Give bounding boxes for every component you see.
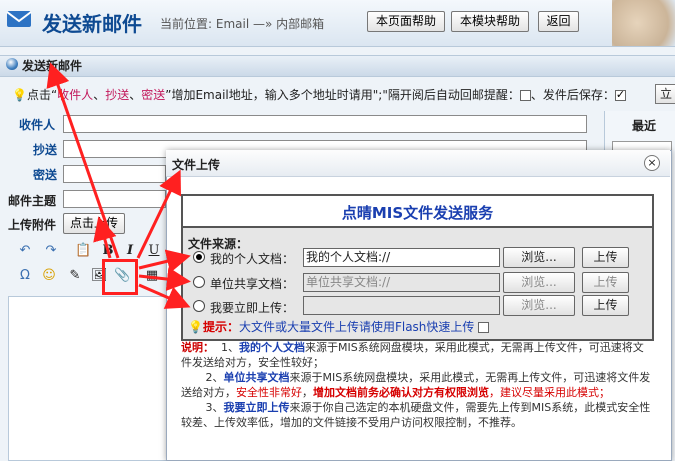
flash-upload-checkbox[interactable] [478, 322, 490, 333]
notice-sep: 、 [93, 88, 106, 102]
path-upload-now[interactable] [303, 296, 500, 315]
editor-body[interactable] [8, 296, 170, 461]
attach-label: 上传附件 [8, 218, 57, 232]
notice-link-cc[interactable]: 抄送 [105, 88, 129, 102]
tip-row: 💡提示：大文件或大量文件上传请使用Flash快速上传 [188, 318, 490, 335]
note-3-title: 我要立即上传 [223, 401, 290, 414]
handshake-image [612, 0, 675, 46]
recent-title: 最近 [632, 119, 657, 133]
lightbulb-icon: 💡 [12, 88, 27, 102]
notice-link-bcc[interactable]: 密送 [141, 88, 165, 102]
browse-upload-now-button[interactable]: 浏览... [503, 295, 575, 316]
undo-icon[interactable]: ↶ [17, 243, 33, 259]
notice-suffix: ”增加Email地址，输入多个地址时请用";"隔开 [165, 88, 412, 102]
upload-shared-button[interactable]: 上传 [582, 272, 629, 293]
bcc-input[interactable] [63, 165, 166, 183]
panel-title-bar [0, 55, 675, 77]
table-icon[interactable]: ▦ [144, 268, 160, 284]
row-label-upload-now: 我要立即上传： [210, 301, 295, 315]
notice-link-to[interactable]: 收件人 [57, 88, 93, 102]
note-2-title: 单位共享文档 [223, 371, 290, 384]
subject-label: 邮件主题 [8, 194, 57, 208]
page-help-button[interactable]: 本页面帮助 [367, 11, 445, 32]
note-1-title: 我的个人文档 [239, 341, 305, 354]
notes-section: 说明： 1、我的个人文档来源于MIS系统网盘模块，采用此模式，无需再上传文件，可… [181, 340, 651, 430]
path-shared[interactable]: 单位共享文档:// [303, 273, 500, 292]
redo-icon[interactable]: ↷ [43, 243, 59, 259]
paste-icon[interactable]: 📋 [75, 243, 91, 259]
module-help-button[interactable]: 本模块帮助 [451, 11, 529, 32]
note-2-sep: ， [302, 386, 313, 399]
save-after-send-label: 、发件后保存： [530, 88, 615, 102]
note-3-prefix: 3、 [205, 401, 224, 414]
dialog-header [166, 150, 670, 177]
row-label-shared: 单位共享文档： [210, 277, 295, 291]
close-icon[interactable]: × [644, 155, 660, 171]
attach-upload-button[interactable]: 点击上传 [63, 213, 125, 234]
lightbulb-icon: 💡 [188, 320, 203, 334]
radio-personal-docs[interactable] [193, 251, 205, 263]
attachment-highlight [102, 259, 138, 295]
note-1-prefix: 1、 [221, 341, 239, 354]
back-button[interactable]: 返回 [538, 11, 579, 32]
note-2-emphasis-2: 增加文档前务必确认对方有权限浏览 [313, 386, 489, 399]
read-receipt-checkbox[interactable] [519, 90, 531, 101]
notice-row: 💡点击“收件人、抄送、密送”增加Email地址，输入多个地址时请用";"隔开阅后… [12, 86, 626, 103]
underline-icon[interactable]: U [146, 243, 162, 259]
save-after-send-checkbox[interactable] [614, 88, 626, 101]
upload-now-button[interactable]: 上传 [582, 295, 629, 316]
notice-sep: 、 [129, 88, 142, 102]
italic-icon[interactable]: I [122, 243, 138, 259]
read-receipt-label: 阅后自动回邮提醒： [411, 88, 520, 102]
service-title: 点晴MIS文件发送服务 [341, 204, 494, 222]
tip-text: 大文件或大量文件上传请使用Flash快速上传 [238, 320, 475, 334]
upload-personal-button[interactable]: 上传 [582, 247, 629, 268]
notice-prefix: 点击“ [26, 88, 58, 102]
cc-label[interactable]: 抄送 [33, 141, 57, 158]
app-title: 发送新邮件 [42, 12, 142, 36]
tip-label: 提示： [202, 320, 239, 334]
bcc-label[interactable]: 密送 [33, 166, 57, 183]
to-label[interactable]: 收件人 [19, 116, 55, 133]
panel-title: 发送新邮件 [22, 59, 83, 73]
panel-bullet-icon [6, 58, 18, 70]
bold-icon[interactable]: B [100, 243, 116, 259]
browse-personal-button[interactable]: 浏览... [503, 247, 575, 268]
to-input[interactable] [63, 115, 587, 133]
special-char-icon[interactable]: Ω [17, 268, 33, 284]
note-2-emphasis-3: ，建议尽量采用此模式； [489, 386, 610, 399]
mail-icon [6, 11, 32, 27]
extra-button[interactable]: 立 [655, 84, 675, 104]
breadcrumb: 当前位置: Email —» 内部邮箱 [160, 17, 325, 31]
subject-input[interactable] [63, 190, 166, 208]
notes-title: 说明： [181, 341, 214, 354]
edit-icon[interactable]: ✎ [67, 268, 83, 284]
path-personal[interactable]: 我的个人文档:// [303, 248, 500, 267]
browse-shared-button[interactable]: 浏览... [503, 272, 575, 293]
row-label-personal: 我的个人文档： [210, 252, 295, 266]
emoji-icon[interactable]: ☺ [41, 268, 57, 284]
note-2-prefix: 2、 [205, 371, 224, 384]
note-2-emphasis-1: 安全性非常好 [236, 386, 302, 399]
radio-shared-docs[interactable] [193, 276, 205, 288]
dialog-title: 文件上传 [172, 158, 221, 172]
radio-upload-now[interactable] [193, 300, 205, 312]
